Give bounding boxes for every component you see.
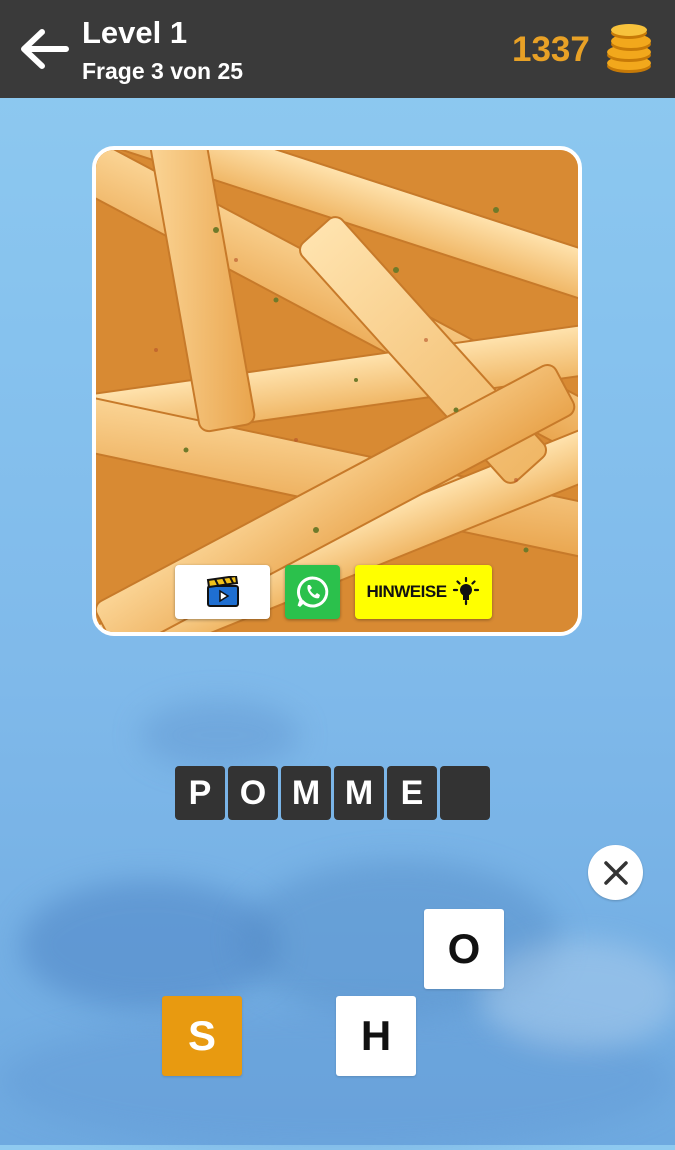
background-cloud	[480, 940, 675, 1050]
answer-slots: P O M M E	[175, 766, 490, 820]
whatsapp-icon	[296, 576, 328, 608]
clapperboard-play-icon	[206, 576, 239, 607]
answer-slot[interactable]: O	[228, 766, 278, 820]
coin-count: 1337	[512, 30, 590, 69]
lightbulb-icon	[452, 577, 479, 606]
level-title: Level 1	[82, 15, 188, 50]
answer-slot[interactable]: E	[387, 766, 437, 820]
letter-tile[interactable]: O	[424, 909, 504, 989]
answer-slot[interactable]	[440, 766, 490, 820]
french-fries-image	[96, 150, 578, 632]
letter-tile[interactable]: H	[336, 996, 416, 1076]
back-button[interactable]	[18, 26, 70, 72]
letter-tile[interactable]: S	[162, 996, 242, 1076]
arrow-left-icon	[21, 29, 69, 69]
hints-label: HINWEISE	[366, 582, 447, 601]
puzzle-image	[92, 146, 582, 636]
answer-slot[interactable]: M	[281, 766, 331, 820]
watch-video-button[interactable]	[175, 565, 270, 619]
clear-answer-button[interactable]	[588, 845, 643, 900]
share-whatsapp-button[interactable]	[285, 565, 340, 619]
question-progress: Frage 3 von 25	[82, 58, 244, 84]
answer-slot[interactable]: M	[334, 766, 384, 820]
coin-stack-icon[interactable]	[605, 24, 653, 74]
hints-button[interactable]: HINWEISE	[355, 565, 492, 619]
background-cloud	[140, 700, 300, 770]
answer-slot[interactable]: P	[175, 766, 225, 820]
close-icon	[603, 860, 628, 885]
top-bar: Level 1 Frage 3 von 25 1337	[0, 0, 675, 98]
